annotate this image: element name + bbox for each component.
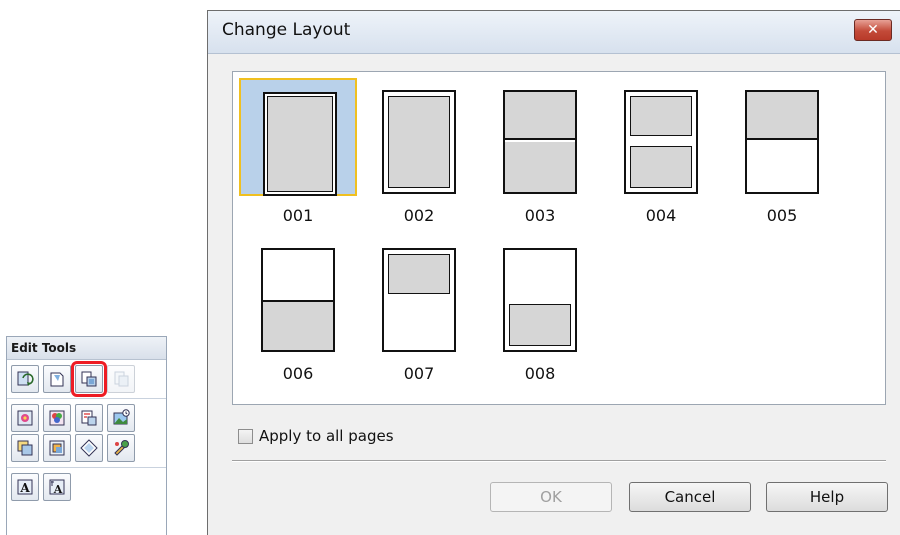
close-icon: ✕ [867,22,879,38]
layout-item-003[interactable]: 003 [481,78,599,228]
frame-icon [81,410,97,426]
layout-label: 006 [282,364,314,383]
change-layout-dialog: Change Layout ✕ 001 002 003 004 005 006 … [207,10,900,535]
ok-button[interactable]: OK [490,482,612,512]
frame-button[interactable] [75,404,103,432]
cancel-button[interactable]: Cancel [629,482,751,512]
edit-tools-group-text: A A [7,468,166,506]
edit-tools-group-layout [7,360,166,399]
crop-icon [17,440,33,456]
color-adjust-icon [49,410,65,426]
layout-label: 007 [403,364,435,383]
effect-icon [114,440,129,456]
apply-to-all-checkbox[interactable] [238,428,253,444]
dialog-separator [232,460,886,462]
background-tool-icon [50,372,64,387]
layout-thumbnail-box [723,78,841,196]
text-button[interactable]: A [11,473,39,501]
change-layout-icon [81,371,97,387]
layout-label: 002 [403,206,435,225]
apply-to-all-label[interactable]: Apply to all pages [259,427,394,445]
layout-label: 004 [645,206,677,225]
layout-tool-button[interactable] [11,365,39,393]
photo-insert-button[interactable] [107,404,135,432]
text-icon: A [17,479,33,495]
layout-thumbnail [745,90,819,194]
layout-item-002[interactable]: 002 [360,78,478,228]
apply-to-all-row: Apply to all pages [238,427,394,445]
effect-button[interactable] [107,434,135,462]
layout-thumbnail [503,248,577,352]
crop-button[interactable] [11,434,39,462]
layout-item-006[interactable]: 006 [239,236,357,386]
layout-thumbnail-box [360,236,478,354]
layout-label: 005 [766,206,798,225]
layout-tool-icon [17,371,34,386]
layout-thumbnail-box [239,78,357,196]
rotate-button[interactable] [75,434,103,462]
layout-thumbnail [261,248,335,352]
layout-thumbnail-box [239,236,357,354]
vertical-text-button[interactable]: A [43,473,71,501]
close-button[interactable]: ✕ [854,19,892,41]
change-layout-button[interactable] [71,361,107,397]
background-tool-button[interactable] [43,365,71,393]
svg-text:A: A [19,481,30,495]
layout-item-004[interactable]: 004 [602,78,720,228]
image-edit-icon [17,410,33,426]
layout-thumbnail [503,90,577,194]
layout-label: 001 [282,206,314,225]
layout-thumbnail-box [481,236,599,354]
photo-insert-icon [113,409,130,425]
trim-icon [49,440,65,456]
layout-thumbnail [263,92,337,196]
layout-label: 008 [524,364,556,383]
layout-item-005[interactable]: 005 [723,78,841,228]
layout-item-001[interactable]: 001 [239,78,357,228]
edit-tools-title: Edit Tools [7,337,166,360]
disabled-tool-icon [114,371,129,387]
layout-item-008[interactable]: 008 [481,236,599,386]
edit-tools-group-image [7,399,166,468]
layout-thumbnail-box [360,78,478,196]
layout-list: 001 002 003 004 005 006 007 008 [232,71,886,405]
edit-tools-panel: Edit Tools A A [6,336,167,535]
layout-item-007[interactable]: 007 [360,236,478,386]
layout-label: 003 [524,206,556,225]
svg-text:A: A [53,483,63,496]
color-adjust-button[interactable] [43,404,71,432]
layout-thumbnail-box [602,78,720,196]
trim-button[interactable] [43,434,71,462]
dialog-titlebar[interactable]: Change Layout ✕ [208,11,900,54]
dialog-title: Change Layout [222,20,351,40]
vertical-text-icon: A [49,479,65,496]
layout-thumbnail [382,90,456,194]
layout-thumbnail-box [481,78,599,196]
rotate-icon [80,439,98,457]
help-button[interactable]: Help [766,482,888,512]
disabled-tool-button[interactable] [107,365,135,393]
layout-thumbnail [382,248,456,352]
layout-thumbnail [624,90,698,194]
image-edit-button[interactable] [11,404,39,432]
